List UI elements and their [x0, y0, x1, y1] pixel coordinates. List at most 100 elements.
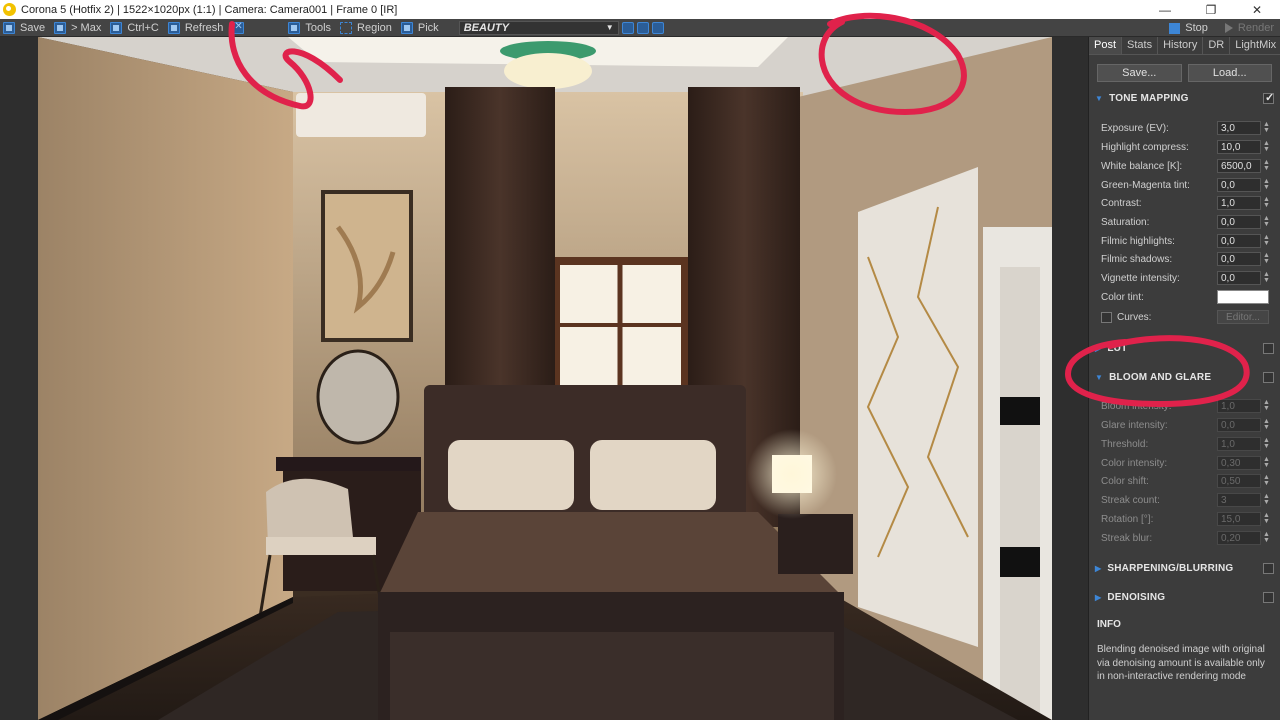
close-button[interactable]: ✕ — [1234, 0, 1280, 19]
glare-intensity-input[interactable]: 0,0 — [1217, 418, 1261, 432]
param-vignette: Vignette intensity: 0,0 ▲ ▼ — [1101, 271, 1270, 285]
pick-button[interactable]: Pick — [398, 20, 445, 36]
param-streak-count: Streak count: 3 ▲ ▼ — [1101, 493, 1270, 507]
zoom-out-icon[interactable] — [636, 21, 649, 34]
spinner-icon[interactable]: ▲ ▼ — [1263, 531, 1270, 544]
spinner-icon[interactable]: ▲ ▼ — [1263, 140, 1270, 153]
rendered-image — [38, 37, 1052, 720]
ctrlc-button[interactable]: Ctrl+C — [107, 20, 164, 36]
panel-tabs: Post Stats History DR LightMix — [1089, 37, 1280, 55]
param-highlight-compress: Highlight compress: 10,0 ▲ ▼ — [1101, 140, 1270, 154]
vfb-toolbar: Save > Max Ctrl+C Refresh Tools Region P… — [0, 19, 1280, 37]
color-intensity-input[interactable]: 0,30 — [1217, 456, 1261, 470]
render-controls: Stop Render — [1166, 19, 1280, 37]
tone-mapping-header[interactable]: ▼ TONE MAPPING — [1089, 89, 1280, 107]
param-filmic-highlights: Filmic highlights: 0,0 ▲ ▼ — [1101, 234, 1270, 248]
floppy-icon — [3, 21, 15, 34]
spinner-icon[interactable]: ▲ ▼ — [1263, 196, 1270, 209]
contrast-input[interactable]: 1,0 — [1217, 196, 1261, 210]
spinner-icon[interactable]: ▲ ▼ — [1263, 493, 1270, 506]
spinner-icon[interactable]: ▲ ▼ — [1263, 271, 1270, 284]
param-bloom-intensity: Bloom intensity: 1,0 ▲ ▼ — [1101, 399, 1270, 413]
filmic-shadows-input[interactable]: 0,0 — [1217, 252, 1261, 266]
minimize-button[interactable]: — — [1142, 0, 1188, 19]
curves-editor-button[interactable]: Editor... — [1217, 310, 1269, 324]
clipboard-icon — [110, 21, 123, 34]
preset-load-button[interactable]: Load... — [1187, 64, 1272, 82]
bloom-glare-header[interactable]: ▼ BLOOM AND GLARE — [1089, 368, 1280, 386]
clear-button[interactable] — [229, 20, 285, 36]
refresh-button[interactable]: Refresh — [165, 20, 230, 36]
rotation-input[interactable]: 15,0 — [1217, 512, 1261, 526]
spinner-icon[interactable]: ▲ ▼ — [1263, 399, 1270, 412]
copy-to-max-icon — [54, 21, 67, 34]
expand-right-icon: ▶ — [1095, 592, 1102, 602]
spinner-icon[interactable]: ▲ ▼ — [1263, 437, 1270, 450]
bedroom-render-illustration — [38, 37, 1052, 720]
tone-mapping-checkbox[interactable] — [1263, 91, 1274, 104]
streak-count-input[interactable]: 3 — [1217, 493, 1261, 507]
param-exposure: Exposure (EV): 3,0 ▲ ▼ — [1101, 121, 1270, 135]
color-shift-input[interactable]: 0,50 — [1217, 474, 1261, 488]
spinner-icon[interactable]: ▲ ▼ — [1263, 159, 1270, 172]
bloom-glare-checkbox[interactable] — [1263, 371, 1274, 383]
spinner-icon[interactable]: ▲ ▼ — [1263, 121, 1270, 134]
refresh-icon — [167, 21, 180, 34]
lut-header[interactable]: ▶ LUT — [1089, 339, 1280, 357]
info-text: Blending denoised image with original vi… — [1097, 644, 1265, 682]
region-button[interactable]: Region — [337, 20, 398, 36]
lut-checkbox[interactable] — [1263, 342, 1274, 354]
denoising-header[interactable]: ▶ DENOISING — [1089, 588, 1280, 606]
green-magenta-input[interactable]: 0,0 — [1217, 178, 1261, 192]
window-title: Corona 5 (Hotfix 2) | 1522×1020px (1:1) … — [21, 3, 398, 16]
color-tint-swatch[interactable] — [1217, 290, 1269, 304]
highlight-compress-input[interactable]: 10,0 — [1217, 140, 1261, 154]
filmic-highlights-input[interactable]: 0,0 — [1217, 234, 1261, 248]
spinner-icon[interactable]: ▲ ▼ — [1263, 178, 1270, 191]
sharpening-header[interactable]: ▶ SHARPENING/BLURRING — [1089, 559, 1280, 577]
stop-button[interactable]: Stop — [1166, 20, 1214, 36]
spinner-icon[interactable]: ▲ ▼ — [1263, 215, 1270, 228]
tab-history[interactable]: History — [1158, 37, 1204, 54]
bloom-intensity-input[interactable]: 1,0 — [1217, 399, 1261, 413]
curves-checkbox[interactable] — [1101, 311, 1112, 323]
param-green-magenta: Green-Magenta tint: 0,0 ▲ ▼ — [1101, 178, 1270, 192]
spinner-icon[interactable]: ▲ ▼ — [1263, 512, 1270, 525]
threshold-input[interactable]: 1,0 — [1217, 437, 1261, 451]
zoom-fit-icon[interactable] — [651, 21, 664, 34]
tab-post[interactable]: Post — [1089, 37, 1123, 54]
streak-blur-input[interactable]: 0,20 — [1217, 531, 1261, 545]
param-contrast: Contrast: 1,0 ▲ ▼ — [1101, 196, 1270, 210]
spinner-icon[interactable]: ▲ ▼ — [1263, 234, 1270, 247]
spinner-icon[interactable]: ▲ ▼ — [1263, 456, 1270, 469]
vignette-input[interactable]: 0,0 — [1217, 271, 1261, 285]
preset-save-button[interactable]: Save... — [1097, 64, 1182, 82]
tab-dr[interactable]: DR — [1203, 37, 1231, 54]
region-icon — [340, 21, 353, 34]
param-glare-intensity: Glare intensity: 0,0 ▲ ▼ — [1101, 418, 1270, 432]
render-button[interactable]: Render — [1214, 20, 1280, 36]
tools-button[interactable]: Tools — [285, 20, 337, 36]
render-pass-select[interactable]: BEAUTY ▼ — [458, 20, 619, 35]
param-color-shift: Color shift: 0,50 ▲ ▼ — [1101, 474, 1270, 488]
stop-icon — [1169, 22, 1181, 34]
save-load-row: Save... Load... — [1089, 55, 1280, 82]
chevron-down-icon: ▼ — [605, 23, 614, 32]
param-threshold: Threshold: 1,0 ▲ ▼ — [1101, 437, 1270, 451]
zoom-in-icon[interactable] — [621, 21, 634, 34]
white-balance-input[interactable]: 6500,0 — [1217, 159, 1261, 173]
tab-stats[interactable]: Stats — [1122, 37, 1159, 54]
spinner-icon[interactable]: ▲ ▼ — [1263, 252, 1270, 265]
denoising-checkbox[interactable] — [1263, 591, 1274, 603]
tab-lightmix[interactable]: LightMix — [1230, 37, 1280, 54]
exposure-input[interactable]: 3,0 — [1217, 121, 1261, 135]
param-filmic-shadows: Filmic shadows: 0,0 ▲ ▼ — [1101, 252, 1270, 266]
frame-buffer-viewport[interactable] — [0, 37, 1088, 720]
spinner-icon[interactable]: ▲ ▼ — [1263, 474, 1270, 487]
spinner-icon[interactable]: ▲ ▼ — [1263, 418, 1270, 431]
saturation-input[interactable]: 0,0 — [1217, 215, 1261, 229]
max-button[interactable]: > Max — [51, 20, 107, 36]
save-button[interactable]: Save — [0, 20, 51, 36]
maximize-button[interactable]: ❐ — [1188, 0, 1234, 19]
sharpening-checkbox[interactable] — [1263, 562, 1274, 574]
